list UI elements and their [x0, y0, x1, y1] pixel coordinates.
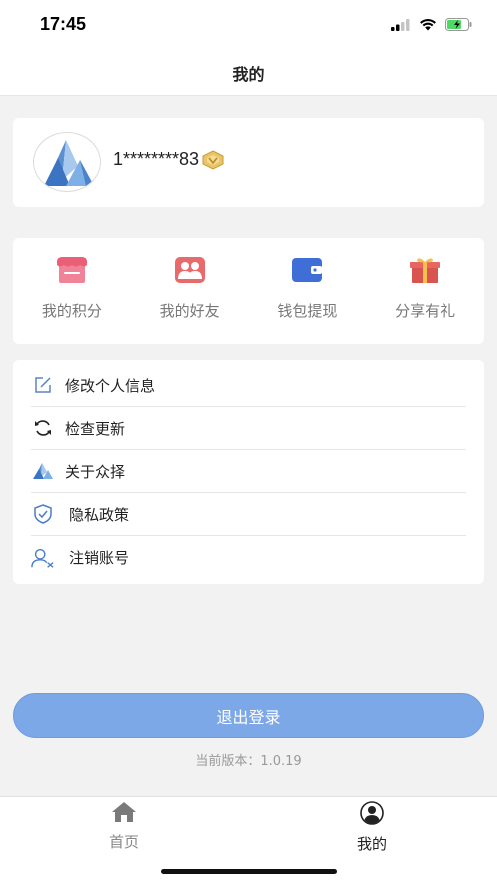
quick-action-points[interactable]: 我的积分	[13, 238, 131, 344]
gift-icon	[409, 255, 441, 285]
menu-item-label: 注销账号	[69, 549, 130, 567]
shield-icon	[31, 502, 55, 526]
logout-button[interactable]: 退出登录	[13, 693, 484, 738]
refresh-icon	[31, 416, 55, 440]
signal-icon	[391, 16, 411, 35]
quick-action-label: 分享有礼	[395, 302, 456, 320]
status-icons	[391, 16, 473, 35]
menu-item-privacy[interactable]: 隐私政策	[31, 493, 466, 536]
friends-icon	[174, 255, 206, 285]
quick-action-label: 钱包提现	[277, 302, 338, 320]
wifi-icon	[419, 16, 437, 35]
menu-item-label: 关于众择	[65, 462, 126, 481]
wallet-icon	[291, 255, 323, 285]
quick-action-label: 我的积分	[41, 302, 102, 320]
username: 1********83	[113, 149, 225, 170]
remove-user-icon	[31, 546, 55, 570]
logo-mountain-icon	[44, 140, 94, 186]
version-text: 当前版本：1.0.19	[195, 754, 302, 769]
vip-badge-icon	[201, 149, 225, 170]
tab-label: 首页	[108, 833, 139, 851]
username-text: 1********83	[113, 149, 200, 169]
user-icon	[359, 801, 385, 829]
home-indicator	[161, 869, 337, 874]
menu-item-delete-account[interactable]: 注销账号	[31, 536, 466, 579]
menu-item-check-update[interactable]: 检查更新	[31, 407, 466, 450]
profile-card[interactable]: 1********83	[13, 118, 484, 207]
shop-icon	[56, 255, 88, 285]
battery-icon	[445, 16, 473, 35]
quick-action-wallet[interactable]: 钱包提现	[249, 238, 367, 344]
menu-card: 修改个人信息 检查更新 关于众择 隐私政策 注销账号	[13, 360, 484, 584]
tab-label: 我的	[356, 835, 387, 853]
quick-action-label: 我的好友	[159, 302, 220, 320]
quick-actions-card: 我的积分 我的好友 钱包提现 分享有礼	[13, 238, 484, 344]
edit-icon	[31, 373, 55, 397]
logo-icon	[31, 459, 55, 483]
status-bar: 17:45	[0, 0, 497, 50]
quick-action-share[interactable]: 分享有礼	[366, 238, 484, 344]
page-title: 我的	[232, 64, 265, 84]
tab-mine[interactable]: 我的	[312, 801, 432, 854]
menu-item-about[interactable]: 关于众择	[31, 450, 466, 493]
status-time: 17:45	[40, 14, 87, 34]
tab-home[interactable]: 首页	[64, 801, 184, 852]
menu-item-edit-profile[interactable]: 修改个人信息	[31, 364, 466, 407]
quick-action-friends[interactable]: 我的好友	[131, 238, 249, 344]
menu-item-label: 修改个人信息	[65, 376, 156, 395]
menu-item-label: 检查更新	[65, 419, 126, 438]
menu-item-label: 隐私政策	[69, 505, 130, 524]
home-icon	[111, 801, 137, 827]
nav-bar: 我的	[0, 50, 497, 96]
avatar[interactable]	[33, 132, 101, 192]
